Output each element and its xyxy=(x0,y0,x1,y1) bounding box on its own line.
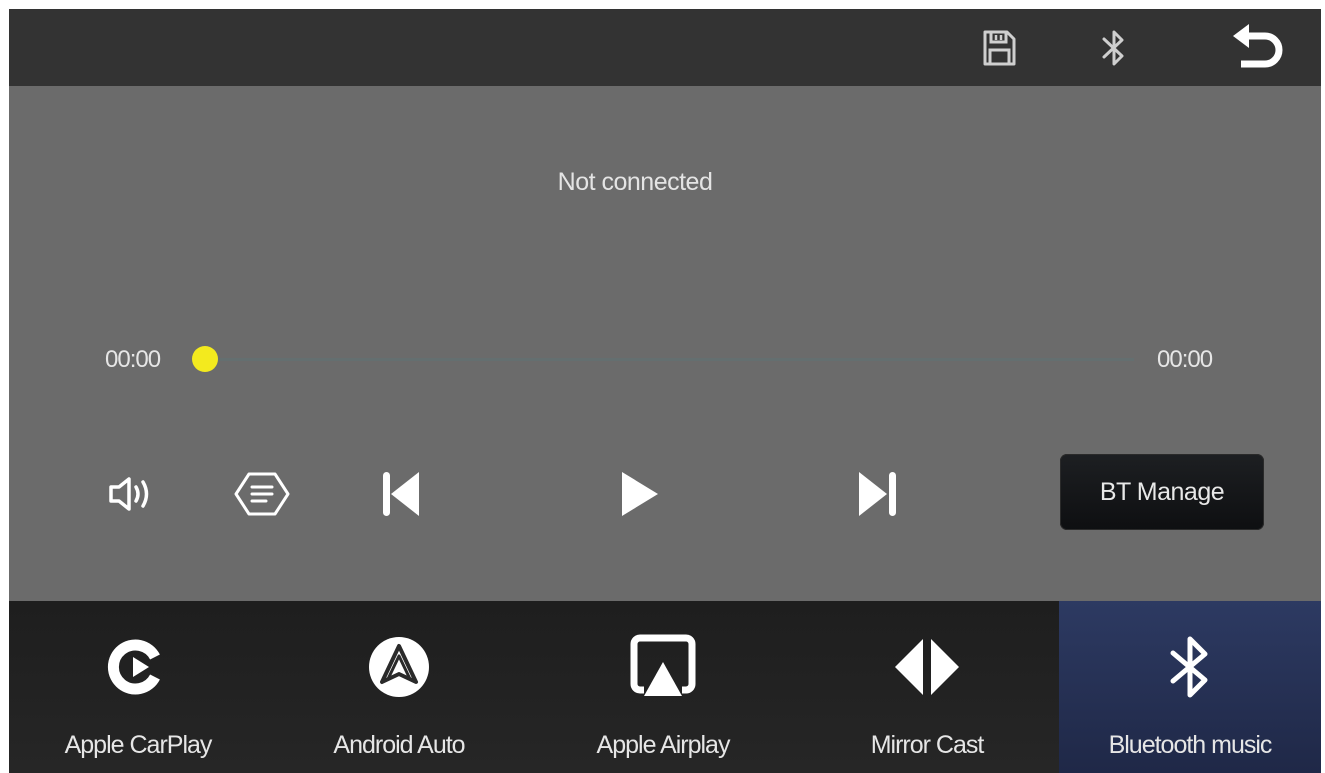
save-button[interactable] xyxy=(969,9,1029,86)
connection-status: Not connected xyxy=(557,168,713,196)
nav-item-android-auto[interactable]: Android Auto xyxy=(267,601,531,773)
bt-manage-button[interactable]: BT Manage xyxy=(1060,454,1264,530)
top-bar xyxy=(9,9,1321,86)
mirror-cast-icon xyxy=(895,639,959,695)
bluetooth-button[interactable] xyxy=(1089,9,1139,86)
save-icon xyxy=(983,30,1016,65)
bluetooth-icon xyxy=(1102,30,1124,65)
volume-icon xyxy=(109,477,149,511)
nav-label: Apple Airplay xyxy=(596,731,731,759)
android-auto-icon xyxy=(369,637,429,697)
play-button[interactable] xyxy=(604,459,674,529)
progress-bar[interactable] xyxy=(204,358,1134,361)
nav-item-apple-carplay[interactable]: Apple CarPlay xyxy=(9,601,267,773)
player-panel: Not connected 00:00 00:00 BT Manage xyxy=(9,86,1321,601)
app-frame: Not connected 00:00 00:00 BT Manage Appl… xyxy=(9,9,1321,773)
nav-label: Bluetooth music xyxy=(1108,731,1273,759)
airplay-icon xyxy=(630,634,696,696)
previous-track-icon xyxy=(383,472,419,516)
previous-track-button[interactable] xyxy=(364,459,434,529)
nav-item-mirror-cast[interactable]: Mirror Cast xyxy=(795,601,1059,773)
bottom-nav: Apple CarPlay Android Auto Apple Airplay xyxy=(9,601,1321,773)
nav-item-bluetooth-music[interactable]: Bluetooth music xyxy=(1059,601,1321,773)
back-button[interactable] xyxy=(1219,9,1299,86)
bluetooth-icon xyxy=(1170,636,1208,698)
time-elapsed: 00:00 xyxy=(105,346,161,373)
progress-knob[interactable] xyxy=(192,346,218,372)
next-track-button[interactable] xyxy=(844,459,914,529)
nav-label: Mirror Cast xyxy=(870,731,985,759)
play-icon xyxy=(622,472,658,516)
list-icon xyxy=(234,472,290,516)
nav-item-apple-airplay[interactable]: Apple Airplay xyxy=(531,601,795,773)
carplay-icon xyxy=(107,639,160,695)
back-arrow-icon xyxy=(1233,23,1283,67)
playlist-button[interactable] xyxy=(227,459,297,529)
nav-label: Android Auto xyxy=(333,731,465,759)
volume-button[interactable] xyxy=(97,459,167,529)
nav-label: Apple CarPlay xyxy=(64,731,213,759)
next-track-icon xyxy=(859,472,896,516)
time-total: 00:00 xyxy=(1157,346,1213,373)
